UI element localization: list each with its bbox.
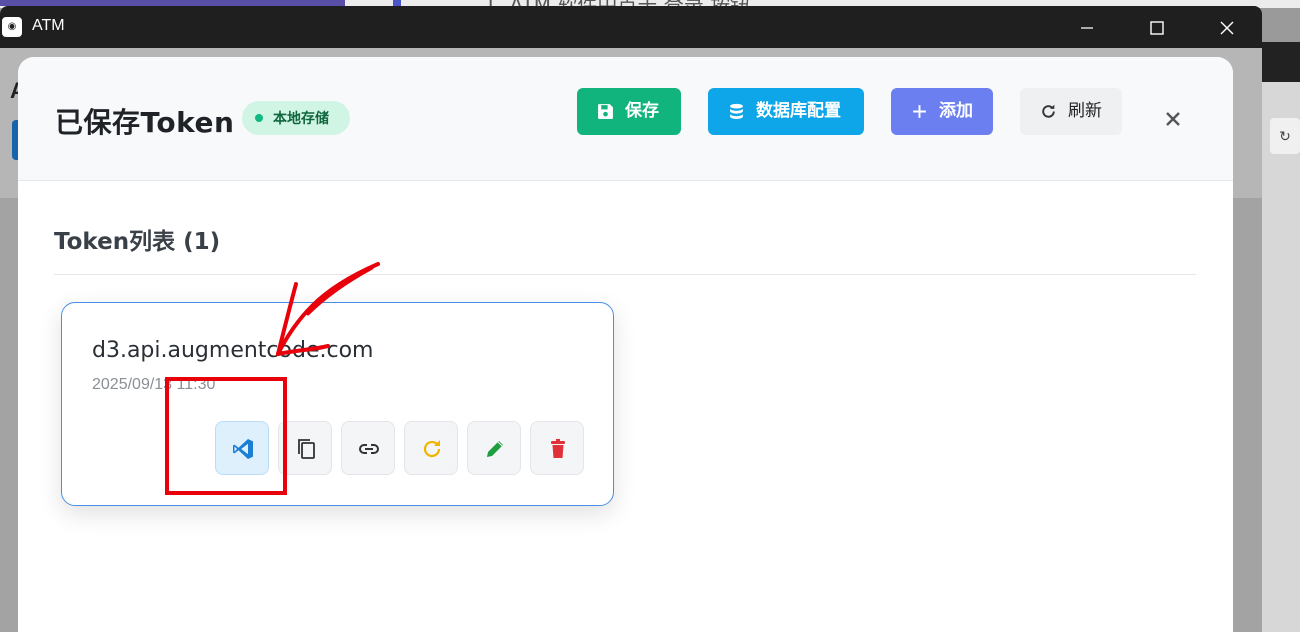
save-button[interactable]: 保存 [577,88,681,135]
delete-token-button[interactable] [530,421,584,475]
close-icon [1166,111,1180,126]
title-bar: ◉ ATM [0,6,1262,48]
link-icon [359,444,379,454]
token-list-title: Token列表 (1) [54,229,221,255]
refresh-token-button[interactable] [404,421,458,475]
copy-icon [298,439,315,459]
window-title: ATM [32,17,65,34]
annotation-arrow-icon [276,262,380,356]
edit-icon [487,441,503,457]
saved-tokens-modal: 已保存Token 本地存储 保存 数据库配置 添加 刷新 Token列表 (1)… [18,57,1233,632]
edit-token-button[interactable] [467,421,521,475]
modal-close-button[interactable] [1160,105,1186,131]
section-divider [54,274,1196,275]
add-button-label: 添加 [939,101,973,121]
background-side-bar [1262,42,1300,82]
storage-badge: 本地存储 [242,101,350,135]
save-button-label: 保存 [625,101,659,121]
copy-link-button[interactable] [341,421,395,475]
delete-icon [551,439,565,458]
close-icon [1220,21,1234,35]
close-window-button[interactable] [1192,6,1262,48]
storage-badge-label: 本地存储 [273,110,329,126]
add-button[interactable]: 添加 [891,88,993,135]
app-icon: ◉ [2,17,22,37]
plus-icon [913,105,926,118]
background-refresh-button: ↻ [1270,118,1300,154]
modal-title: 已保存Token [55,106,235,139]
status-dot-icon [255,114,263,122]
minimize-button[interactable] [1052,6,1122,48]
atm-window: ◉ ATM A 已保存Token 本地存储 [0,6,1262,632]
maximize-button[interactable] [1122,6,1192,48]
minimize-icon [1081,27,1093,29]
modal-header: 已保存Token 本地存储 保存 数据库配置 添加 刷新 [18,57,1233,181]
refresh-button[interactable]: 刷新 [1020,88,1122,135]
refresh-icon [423,440,441,458]
refresh-button-label: 刷新 [1068,101,1102,121]
database-config-label: 数据库配置 [756,101,841,121]
floppy-disk-icon [598,104,613,119]
database-icon [730,103,743,119]
refresh-icon [1042,104,1055,118]
database-config-button[interactable]: 数据库配置 [708,88,864,135]
annotation-highlight-box [165,377,287,495]
maximize-icon [1150,21,1164,35]
